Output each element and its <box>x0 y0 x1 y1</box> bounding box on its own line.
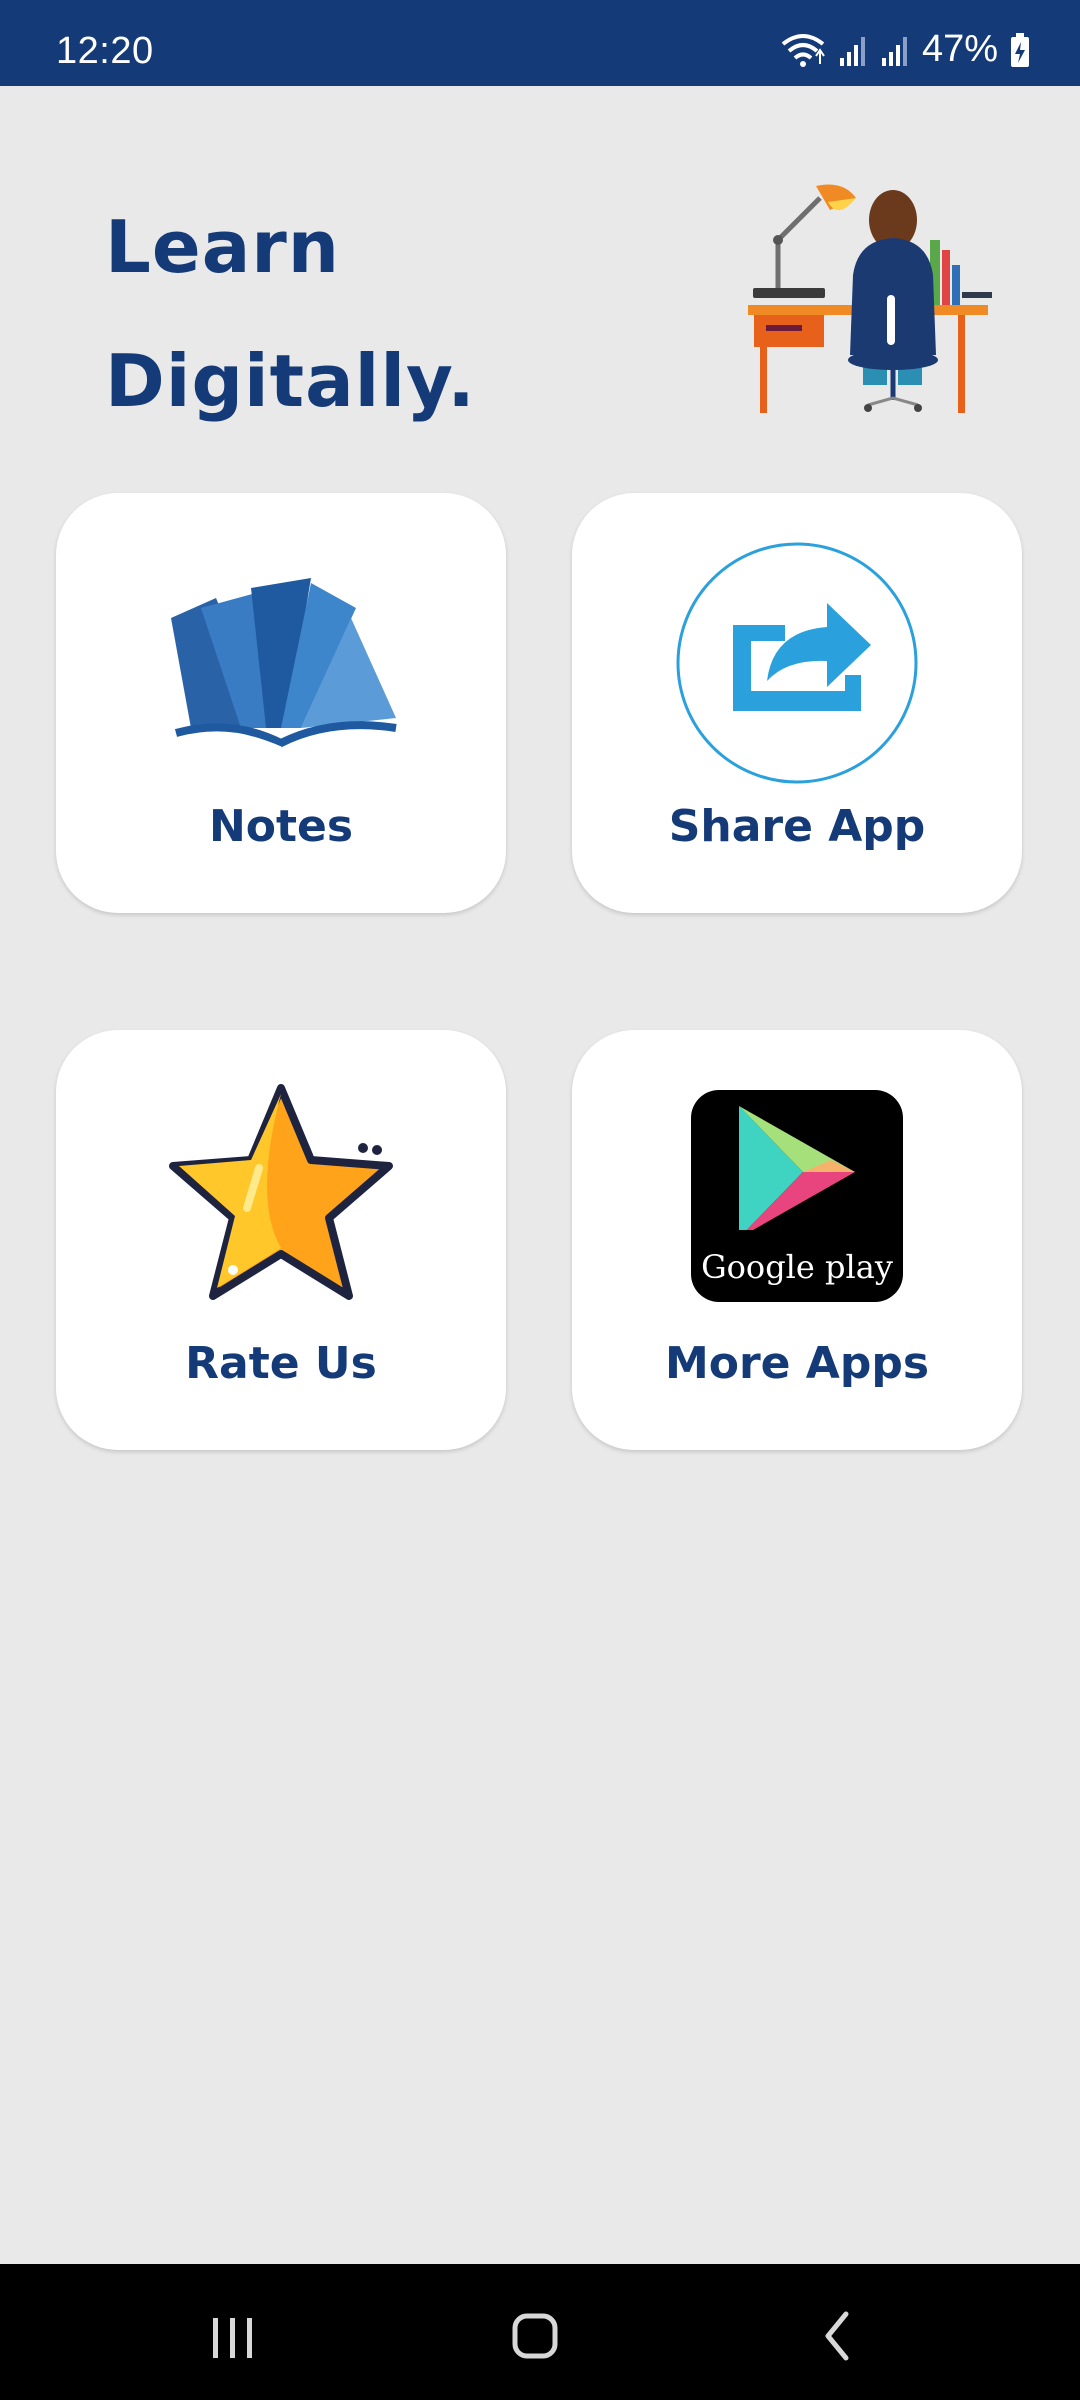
wifi-icon <box>781 33 825 67</box>
signal-icon-2 <box>881 36 907 66</box>
open-book-icon <box>171 578 397 748</box>
hero-title: Learn Digitally. <box>105 180 476 448</box>
battery-percent: 47% <box>921 28 998 70</box>
notes-label: Notes <box>208 801 354 852</box>
share-icon <box>676 542 918 784</box>
more-apps-label: More Apps <box>664 1338 930 1389</box>
back-icon[interactable] <box>800 2304 880 2364</box>
notes-card[interactable]: Notes <box>56 493 506 913</box>
battery-charging-icon <box>1011 32 1029 67</box>
home-icon[interactable] <box>495 2304 575 2364</box>
more-apps-card[interactable]: Google play More Apps <box>572 1030 1022 1450</box>
status-time: 12:20 <box>56 30 154 72</box>
play-triangle-icon <box>739 1106 855 1230</box>
status-icons: 47% <box>780 28 1030 71</box>
system-navigation-bar <box>0 2264 1080 2400</box>
status-bar: 12:20 47% <box>0 0 1080 86</box>
hero-title-line1: Learn <box>105 205 341 289</box>
signal-icon-1 <box>839 36 865 66</box>
share-app-label: Share App <box>668 801 926 852</box>
rate-us-card[interactable]: Rate Us <box>56 1030 506 1450</box>
google-play-icon: Google play <box>691 1090 903 1302</box>
student-at-desk-illustration <box>748 184 992 413</box>
rate-us-label: Rate Us <box>185 1338 377 1389</box>
star-icon <box>169 1084 393 1300</box>
hero-title-line2: Digitally. <box>105 339 476 423</box>
share-app-card[interactable]: Share App <box>572 493 1022 913</box>
google-play-text: Google play <box>701 1248 893 1286</box>
recent-apps-icon[interactable] <box>193 2304 273 2364</box>
